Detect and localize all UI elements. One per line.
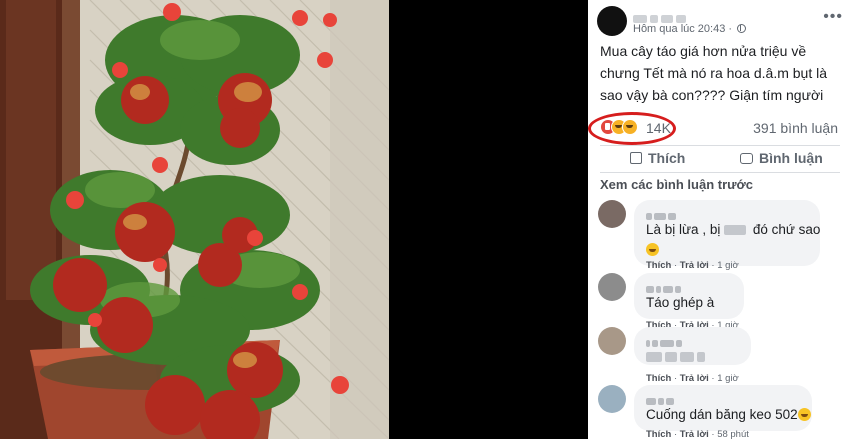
divider: [600, 172, 840, 173]
apple-tree-photo: [0, 0, 389, 439]
commenter-avatar[interactable]: [598, 273, 626, 301]
grinning-emoji-icon: [797, 408, 811, 421]
comment-button-label: Bình luận: [759, 150, 823, 166]
commenter-name-redacted[interactable]: [646, 392, 800, 405]
comment-text: Cuống dán băng keo 502: [646, 406, 811, 424]
comment-like-link[interactable]: Thích: [646, 429, 671, 439]
comment-time[interactable]: 58 phút: [717, 429, 749, 439]
comment-count[interactable]: 391 bình luận: [753, 120, 838, 136]
globe-icon: [737, 24, 747, 33]
commenter-avatar[interactable]: [598, 200, 626, 228]
photo-viewer: [0, 0, 588, 439]
commenter-name-redacted[interactable]: [646, 207, 808, 220]
comment-bubble: Cuống dán băng keo 502: [634, 385, 812, 431]
comment-meta: Thích · Trả lời · 1 giờ: [646, 260, 739, 271]
thumbs-up-icon: [630, 152, 642, 164]
comment-bubble-icon: [740, 153, 753, 164]
comment-text: Là bị lừa , bị đó chứ sao: [646, 221, 820, 239]
redacted-word: [724, 225, 747, 236]
comment-text-content: Cuống dán băng keo 502: [646, 407, 798, 422]
post-header: Hôm qua lúc 20:43 · •••: [597, 6, 847, 36]
comment-text: Táo ghép à: [646, 295, 715, 310]
post-text: Mua cây táo giá hơn nửa triệu về chưng T…: [600, 43, 828, 103]
post-photo[interactable]: [0, 0, 389, 439]
author-avatar[interactable]: [597, 6, 627, 36]
laughing-emoji-icon: [646, 243, 659, 256]
commenter-avatar[interactable]: [598, 327, 626, 355]
comment-time[interactable]: 1 giờ: [717, 373, 739, 384]
comment-like-link[interactable]: Thích: [646, 373, 671, 384]
comment-item: Táo ghép à Thích · Trả lời · 1 giờ: [598, 273, 843, 331]
comment-button[interactable]: Bình luận: [740, 150, 823, 166]
like-button-label: Thích: [648, 150, 686, 166]
comment-text-before: Là bị lừa , bị: [646, 222, 725, 237]
red-annotation-circle: [588, 112, 676, 145]
commenter-name-redacted[interactable]: [646, 334, 739, 347]
post-timestamp[interactable]: Hôm qua lúc 20:43 ·: [633, 23, 747, 35]
comment-bubble: Là bị lừa , bị đó chứ sao: [634, 200, 820, 266]
post-panel: Hôm qua lúc 20:43 · ••• Mua cây táo giá …: [588, 0, 850, 439]
comment-text-after: đó chứ sao: [749, 222, 821, 237]
comment-reply-link[interactable]: Trả lời: [680, 429, 709, 439]
comment-reply-link[interactable]: Trả lời: [680, 373, 709, 384]
comment-reply-link[interactable]: Trả lời: [680, 260, 709, 271]
comment-item: Thích · Trả lời · 1 giờ: [598, 327, 843, 385]
comment-bubble: [634, 327, 751, 365]
view-previous-comments-link[interactable]: Xem các bình luận trước: [600, 177, 753, 192]
commenter-name-redacted[interactable]: [646, 280, 732, 293]
comment-meta: Thích · Trả lời · 58 phút: [646, 429, 749, 439]
post-timestamp-text[interactable]: Hôm qua lúc 20:43 ·: [633, 23, 735, 35]
commenter-avatar[interactable]: [598, 385, 626, 413]
author-name-redacted[interactable]: [633, 10, 713, 23]
comment-bubble: Táo ghép à: [634, 273, 744, 319]
comment-meta: Thích · Trả lời · 1 giờ: [646, 373, 739, 384]
comment-item: Cuống dán băng keo 502 Thích · Trả lời ·…: [598, 385, 843, 439]
like-button[interactable]: Thích: [630, 150, 685, 166]
comment-item: Là bị lừa , bị đó chứ sao Thích · Trả lờ…: [598, 200, 843, 271]
more-options-icon[interactable]: •••: [823, 8, 843, 26]
post-actions: Thích Bình luận: [588, 146, 850, 172]
comment-text-redacted: [646, 348, 739, 366]
comment-like-link[interactable]: Thích: [646, 260, 671, 271]
comment-time[interactable]: 1 giờ: [717, 260, 739, 271]
